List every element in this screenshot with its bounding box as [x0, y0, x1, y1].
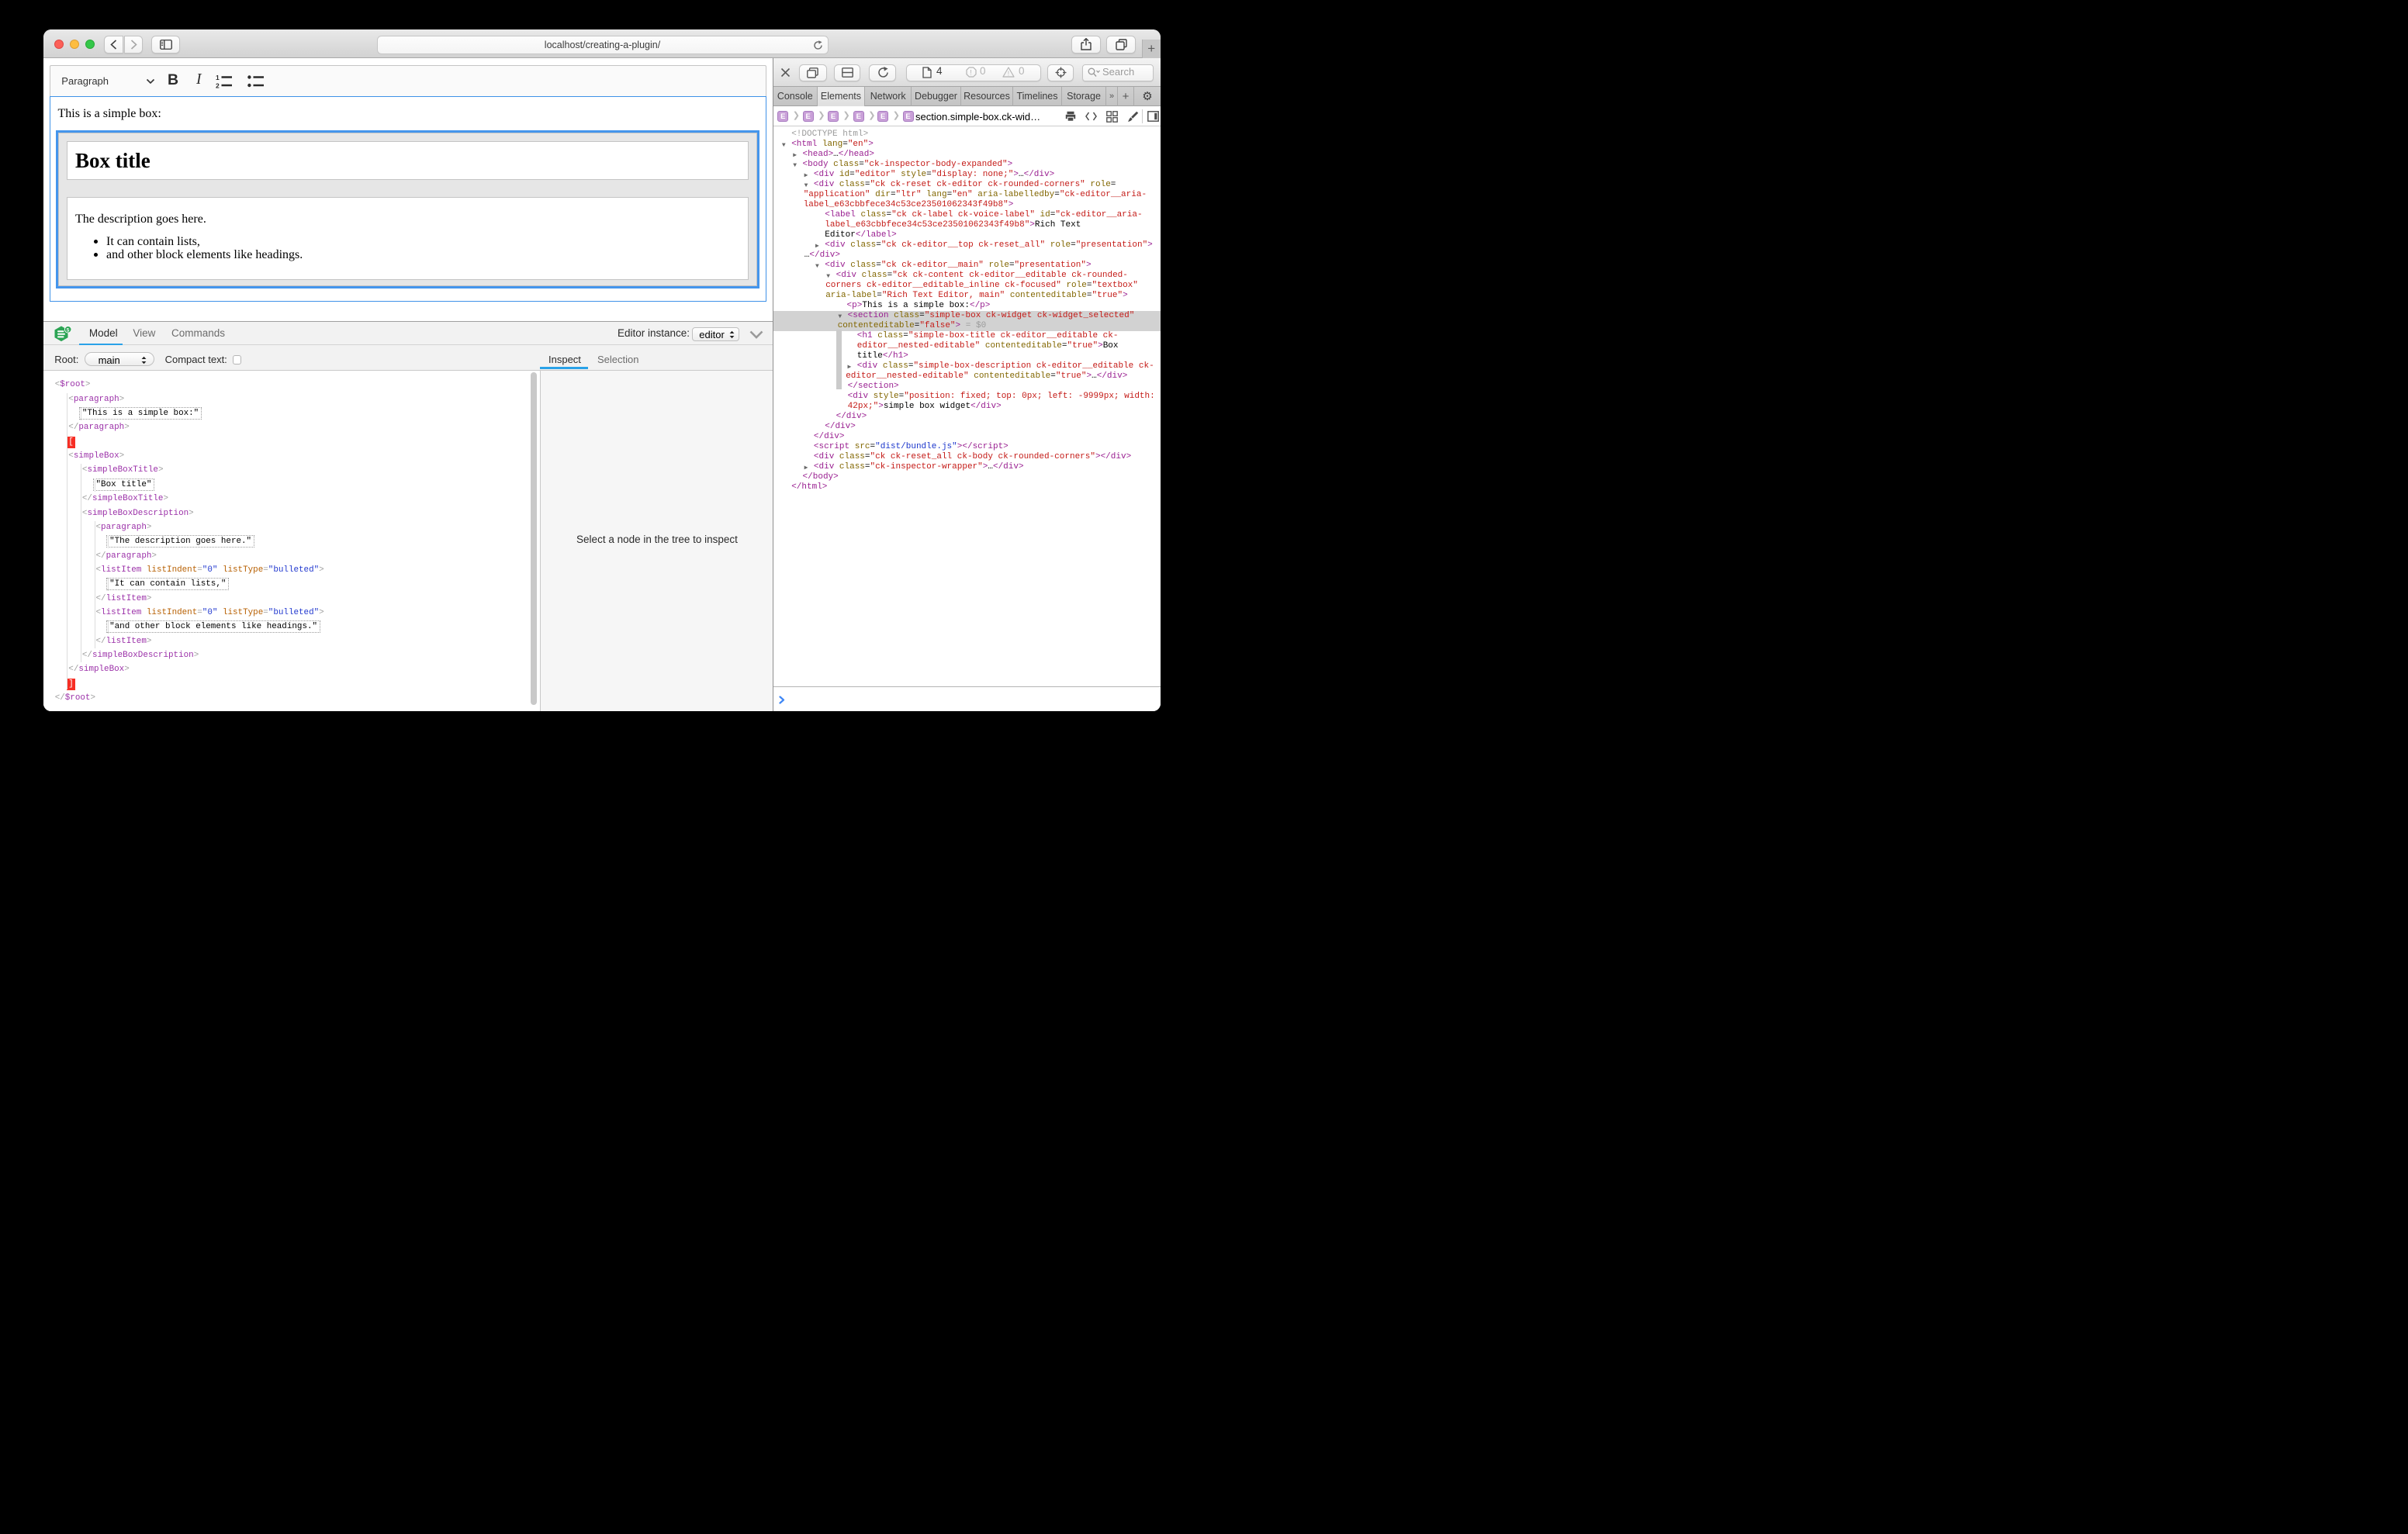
svg-text:!: !: [970, 69, 972, 77]
svg-text:2: 2: [216, 82, 220, 90]
svg-text:!: !: [1008, 69, 1009, 77]
svg-text:5: 5: [67, 328, 70, 333]
svg-text:1: 1: [216, 74, 220, 81]
